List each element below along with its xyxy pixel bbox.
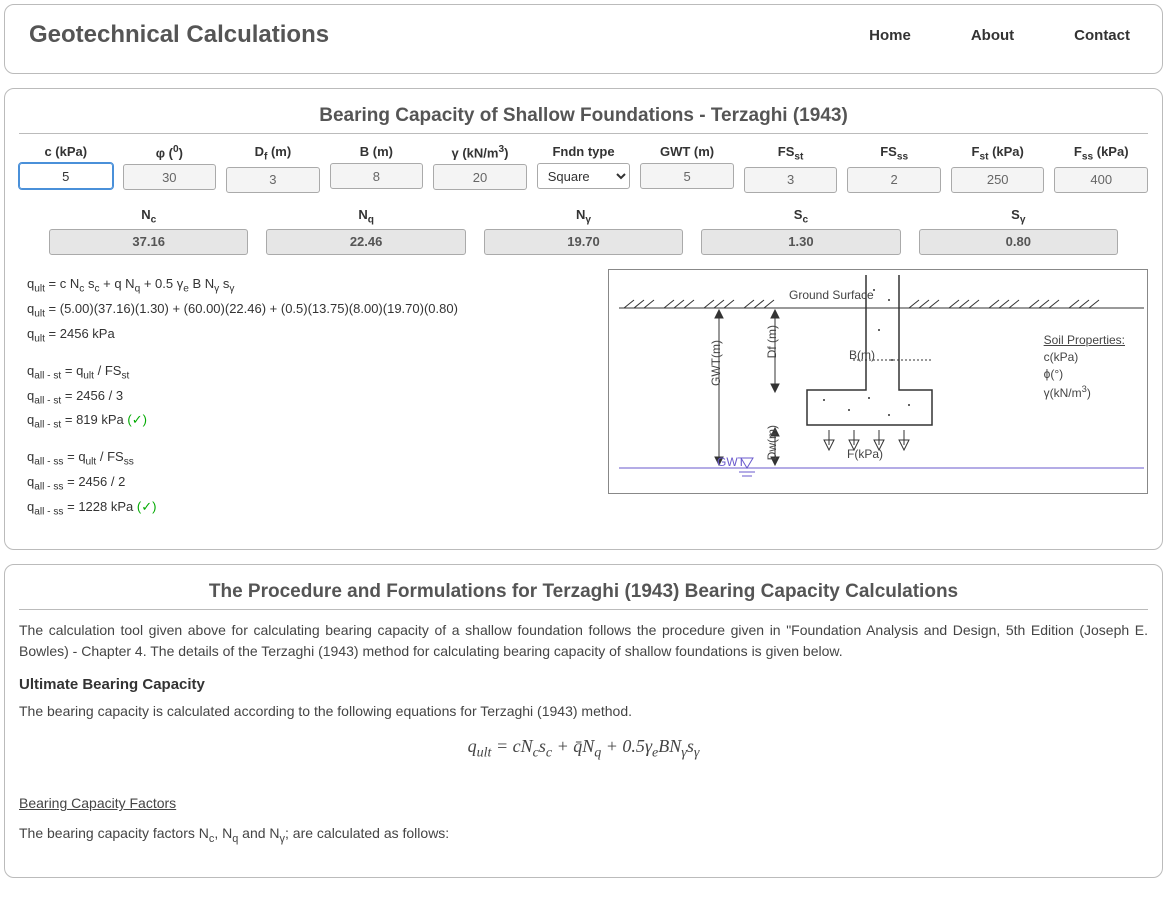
calculator-title: Bearing Capacity of Shallow Foundations … (19, 105, 1148, 127)
article-title: The Procedure and Formulations for Terza… (19, 581, 1148, 603)
input-fst[interactable] (951, 167, 1045, 193)
divider (19, 609, 1148, 610)
input-gwt[interactable] (640, 163, 734, 189)
header-panel: Geotechnical Calculations Home About Con… (4, 4, 1163, 74)
label-nc: Nc (49, 207, 248, 226)
label-gamma: γ (kN/m3) (433, 144, 527, 160)
diagram-gwt-vert: GWT(m) (709, 340, 723, 386)
article-paragraph: The bearing capacity is calculated accor… (19, 701, 1148, 722)
formula-qult: qult = cNcsc + q̄Nq + 0.5γeBNγsγ (19, 736, 1148, 762)
outputs-row: Nc 37.16 Nq 22.46 Nγ 19.70 Sc 1.30 Sγ 0.… (49, 207, 1118, 256)
select-foundation-type[interactable]: Square (537, 163, 631, 189)
main-nav: Home About Contact (869, 27, 1130, 44)
label-fsst: FSst (744, 144, 838, 163)
input-gamma[interactable] (433, 164, 527, 190)
site-title: Geotechnical Calculations (29, 21, 329, 49)
foundation-diagram: Ground Surface GWT(m) Df (m) Dw(m) B(m) … (608, 269, 1148, 494)
output-nq: 22.46 (266, 229, 465, 255)
divider (19, 133, 1148, 134)
input-c[interactable] (19, 163, 113, 189)
label-gwt: GWT (m) (640, 144, 734, 159)
calculation-steps: qult = c Nc sc + q Nq + 0.5 γe B Nγ sγ q… (19, 269, 588, 532)
label-fsss: FSss (847, 144, 941, 163)
label-c: c (kPa) (19, 144, 113, 159)
input-df[interactable] (226, 167, 320, 193)
diagram-soil-props: Soil Properties: c(kPa) ϕ(°) γ(kN/m3) (1044, 332, 1125, 401)
label-b: B (m) (330, 144, 424, 159)
check-icon: (✓) (137, 499, 157, 514)
article-heading: Ultimate Bearing Capacity (19, 676, 1148, 693)
output-sy: 0.80 (919, 229, 1118, 255)
inputs-row: c (kPa) φ (0) Df (m) B (m) γ (kN/m3) Fnd… (19, 144, 1148, 193)
label-sy: Sγ (919, 207, 1118, 226)
input-fss[interactable] (1054, 167, 1148, 193)
nav-home[interactable]: Home (869, 27, 911, 44)
label-ftype: Fndn type (537, 144, 631, 159)
label-fss: Fss (kPa) (1054, 144, 1148, 163)
label-df: Df (m) (226, 144, 320, 163)
diagram-bm: B(m) (849, 348, 875, 362)
input-fsst[interactable] (744, 167, 838, 193)
output-sc: 1.30 (701, 229, 900, 255)
article-paragraph: The bearing capacity factors Nc, Nq and … (19, 823, 1148, 847)
label-fst: Fst (kPa) (951, 144, 1045, 163)
check-icon: (✓) (127, 412, 147, 427)
article-paragraph: The calculation tool given above for cal… (19, 620, 1148, 662)
nav-about[interactable]: About (971, 27, 1014, 44)
nav-contact[interactable]: Contact (1074, 27, 1130, 44)
diagram-fkpa: F(kPa) (847, 447, 883, 461)
calculator-panel: Bearing Capacity of Shallow Foundations … (4, 88, 1163, 550)
article-panel: The Procedure and Formulations for Terza… (4, 564, 1163, 879)
label-nq: Nq (266, 207, 465, 226)
label-phi: φ (0) (123, 144, 217, 160)
article-subheading: Bearing Capacity Factors (19, 795, 176, 811)
label-ny: Nγ (484, 207, 683, 226)
label-sc: Sc (701, 207, 900, 226)
output-nc: 37.16 (49, 229, 248, 255)
output-ny: 19.70 (484, 229, 683, 255)
diagram-df-vert: Df (m) (765, 325, 779, 358)
input-fsss[interactable] (847, 167, 941, 193)
input-phi[interactable] (123, 164, 217, 190)
diagram-ground-label: Ground Surface (789, 288, 874, 302)
diagram-gwt-label: GWT (717, 455, 745, 469)
diagram-dw-vert: Dw(m) (765, 425, 779, 460)
input-b[interactable] (330, 163, 424, 189)
